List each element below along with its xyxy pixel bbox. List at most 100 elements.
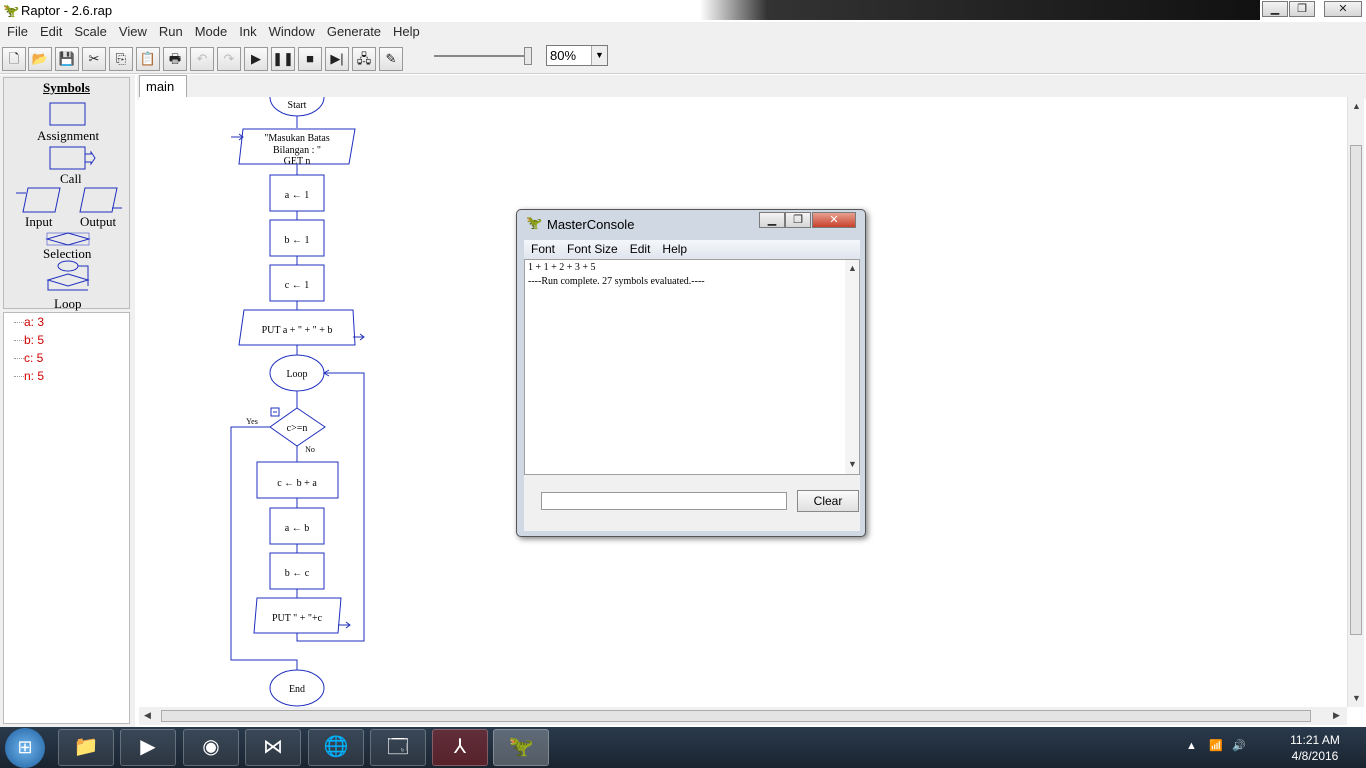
- console-menu-font[interactable]: Font: [524, 240, 560, 256]
- left-panel: Symbols Assignment Call Input Output Sel…: [0, 75, 135, 727]
- console-menu-edit[interactable]: Edit: [623, 240, 656, 256]
- console-minimize-button[interactable]: ▁: [759, 212, 785, 228]
- call-symbol[interactable]: [49, 146, 86, 170]
- console-scrollbar[interactable]: ▲ ▼: [845, 260, 859, 474]
- scroll-down-icon[interactable]: ▼: [1352, 693, 1361, 703]
- vertical-scroll-thumb[interactable]: [1350, 145, 1362, 635]
- raptor-console-icon: 🦖: [526, 215, 543, 230]
- print-icon[interactable]: 🖶: [163, 47, 187, 71]
- volume-icon[interactable]: 🔊: [1232, 740, 1246, 752]
- show-hidden-icons-icon[interactable]: ▲: [1186, 740, 1197, 752]
- input-arrow-icon: [231, 133, 244, 141]
- scroll-left-icon[interactable]: ◀: [144, 710, 151, 721]
- vertical-scrollbar[interactable]: ▲ ▼: [1347, 97, 1364, 707]
- menu-help[interactable]: Help: [386, 22, 425, 39]
- pen-icon[interactable]: ✎: [379, 47, 403, 71]
- output-symbol[interactable]: [79, 187, 118, 213]
- cut-icon[interactable]: ✂: [82, 47, 106, 71]
- watch-variable-n[interactable]: n: 5: [24, 369, 44, 383]
- console-output[interactable]: 1 + 1 + 2 + 3 + 5 ----Run complete. 27 s…: [524, 259, 860, 475]
- horizontal-scroll-thumb[interactable]: [161, 710, 1311, 722]
- raptor-task-icon[interactable]: 🦖: [493, 729, 549, 766]
- open-folder-icon[interactable]: 📂: [28, 47, 52, 71]
- restore-button[interactable]: ❐: [1289, 1, 1315, 17]
- clock[interactable]: 11:21 AM 4/8/2016: [1280, 732, 1350, 764]
- menu-ink[interactable]: Ink: [232, 22, 261, 39]
- menu-scale[interactable]: Scale: [67, 22, 112, 39]
- speed-slider[interactable]: [428, 45, 540, 67]
- tab-main[interactable]: main: [139, 75, 187, 99]
- watch-variable-a[interactable]: a: 3: [24, 315, 44, 329]
- redo-icon[interactable]: ↷: [217, 47, 241, 71]
- menu-run[interactable]: Run: [152, 22, 188, 39]
- scroll-right-icon[interactable]: ▶: [1333, 710, 1340, 721]
- speed-slider-thumb[interactable]: [524, 47, 532, 65]
- wifi-icon[interactable]: 📶: [1209, 740, 1223, 752]
- console-restore-button[interactable]: ❐: [785, 212, 811, 228]
- menu-window[interactable]: Window: [262, 22, 320, 39]
- minimize-button[interactable]: ▁: [1262, 1, 1288, 17]
- menu-edit[interactable]: Edit: [33, 22, 67, 39]
- loop-back-line: [296, 369, 365, 642]
- watch-variable-b[interactable]: b: 5: [24, 333, 44, 347]
- close-button[interactable]: ✕: [1324, 1, 1362, 17]
- media-player-task-icon[interactable]: ▶: [120, 729, 176, 766]
- console-close-button[interactable]: ✕: [812, 212, 856, 228]
- watch-window: a: 3 b: 5 c: 5 n: 5: [3, 312, 130, 724]
- horizontal-scrollbar[interactable]: ◀ ▶: [139, 707, 1347, 725]
- scroll-up-icon[interactable]: ▲: [1352, 101, 1361, 111]
- assign-a-b-label: a ← b: [285, 523, 309, 534]
- taskbar: ⊞ 📁 ▶ ◉ ⋈ 🌐 🗔 ⅄ 🦖 ▲ 📶 🔊 11:21 AM 4/8/201…: [0, 727, 1366, 768]
- pause-icon[interactable]: ❚❚: [271, 47, 295, 71]
- clear-button[interactable]: Clear: [797, 490, 859, 512]
- assignment-symbol[interactable]: [49, 102, 86, 126]
- zoom-select[interactable]: 80% ▼: [546, 45, 608, 66]
- symbol-label-loop: Loop: [54, 296, 82, 311]
- call-arrow-icon: [85, 150, 96, 166]
- output-2-label: PUT " + "+c: [272, 613, 323, 624]
- test-server-icon[interactable]: 🖧: [352, 47, 376, 71]
- console-scroll-up-icon[interactable]: ▲: [848, 263, 857, 273]
- chrome-task-icon[interactable]: ◉: [183, 729, 239, 766]
- assign-a-label: a ← 1: [285, 190, 309, 201]
- step-icon[interactable]: ▶|: [325, 47, 349, 71]
- new-file-icon[interactable]: 🗋: [2, 47, 26, 71]
- copy-icon[interactable]: ⎘: [109, 47, 133, 71]
- save-icon[interactable]: 💾: [55, 47, 79, 71]
- windows-start-button[interactable]: ⊞: [5, 728, 45, 768]
- symbol-label-selection: Selection: [43, 246, 92, 261]
- watch-variable-c[interactable]: c: 5: [24, 351, 43, 365]
- explorer-task-icon[interactable]: 📁: [58, 729, 114, 766]
- tree-line: [14, 358, 24, 359]
- clock-date: 4/8/2016: [1291, 749, 1339, 763]
- undo-icon[interactable]: ↶: [190, 47, 214, 71]
- paste-icon[interactable]: 📋: [136, 47, 160, 71]
- document-task-icon[interactable]: 🗔: [370, 729, 426, 766]
- selection-symbol[interactable]: [45, 232, 91, 246]
- master-console-window[interactable]: 🦖 MasterConsole ▁ ❐ ✕ Font Font Size Edit H…: [516, 209, 866, 537]
- stop-icon[interactable]: ■: [298, 47, 322, 71]
- console-menu-help[interactable]: Help: [655, 240, 692, 256]
- network-globe-task-icon[interactable]: 🌐: [308, 729, 364, 766]
- menu-generate[interactable]: Generate: [320, 22, 386, 39]
- tree-line: [14, 340, 24, 341]
- play-icon[interactable]: ▶: [244, 47, 268, 71]
- console-scroll-down-icon[interactable]: ▼: [848, 459, 857, 469]
- console-menu-bar: Font Font Size Edit Help: [524, 240, 860, 259]
- menu-mode[interactable]: Mode: [188, 22, 233, 39]
- console-command-input[interactable]: [541, 492, 787, 510]
- visual-studio-task-icon[interactable]: ⋈: [245, 729, 301, 766]
- menu-file[interactable]: File: [0, 22, 33, 39]
- console-menu-font-size[interactable]: Font Size: [560, 240, 623, 256]
- assign-b-c-label: b ← c: [285, 568, 310, 579]
- raptor-app-icon: 🦖: [3, 3, 20, 18]
- symbol-shapes: [16, 102, 122, 291]
- loop-symbol-top[interactable]: [57, 260, 79, 272]
- loop-symbol-diamond[interactable]: [46, 273, 90, 287]
- title-bar: 🦖 Raptor - 2.6.rap ▁ ❐ ✕: [0, 0, 1366, 22]
- menu-view[interactable]: View: [112, 22, 152, 39]
- input-symbol[interactable]: [22, 187, 61, 213]
- chevron-down-icon[interactable]: ▼: [591, 46, 607, 65]
- acrobat-task-icon[interactable]: ⅄: [432, 729, 488, 766]
- tree-line: [14, 322, 24, 323]
